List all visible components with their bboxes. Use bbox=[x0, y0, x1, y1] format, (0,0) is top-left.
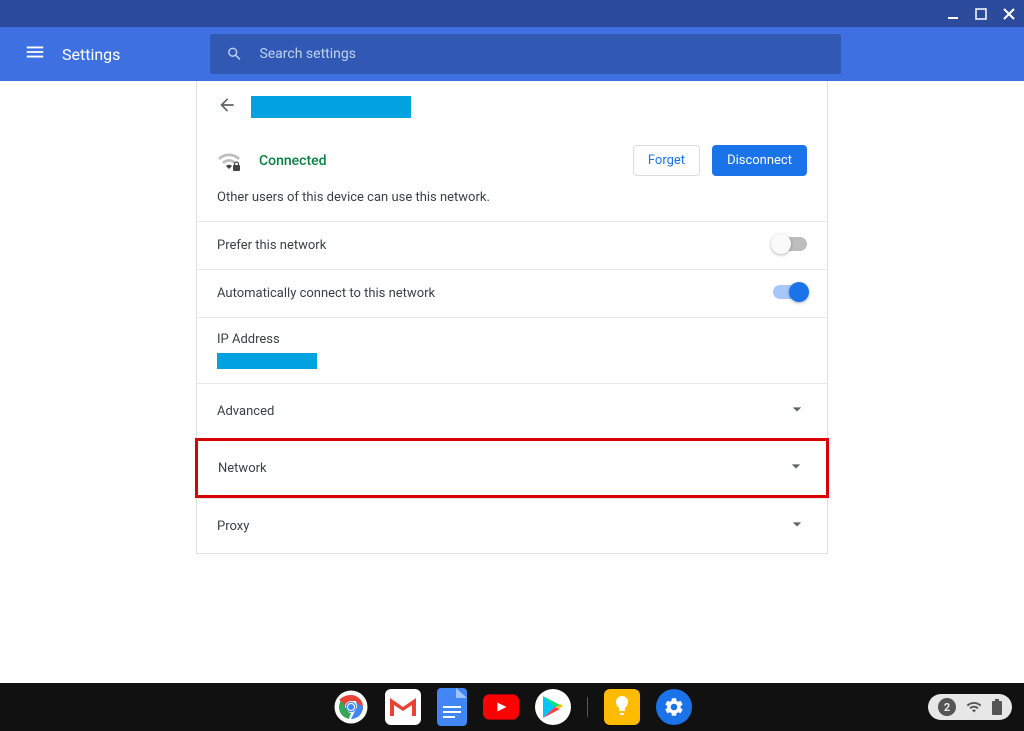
ip-address-row: IP Address bbox=[197, 317, 827, 383]
proxy-row[interactable]: Proxy bbox=[197, 498, 827, 553]
status-tray[interactable]: 2 bbox=[928, 694, 1012, 720]
youtube-icon[interactable] bbox=[483, 689, 519, 725]
back-row bbox=[197, 81, 827, 133]
connection-status: Connected bbox=[259, 153, 327, 169]
prefer-network-toggle[interactable] bbox=[773, 236, 807, 255]
settings-card: Connected Forget Disconnect Other users … bbox=[196, 81, 828, 554]
chevron-down-icon bbox=[787, 514, 807, 538]
advanced-row[interactable]: Advanced bbox=[197, 383, 827, 438]
connection-status-row: Connected Forget Disconnect bbox=[197, 133, 827, 184]
docs-icon[interactable] bbox=[437, 688, 467, 726]
wifi-status-icon bbox=[966, 699, 982, 715]
shared-network-text: Other users of this device can use this … bbox=[197, 184, 827, 221]
shelf: 2 bbox=[0, 683, 1024, 731]
chevron-down-icon bbox=[787, 399, 807, 423]
wifi-secure-icon bbox=[217, 149, 241, 173]
network-name bbox=[251, 96, 411, 118]
auto-connect-row: Automatically connect to this network bbox=[197, 269, 827, 317]
disconnect-button[interactable]: Disconnect bbox=[712, 145, 807, 176]
menu-button[interactable] bbox=[16, 33, 54, 75]
back-button[interactable] bbox=[217, 95, 237, 119]
ip-address-value bbox=[217, 353, 317, 369]
network-row[interactable]: Network bbox=[195, 438, 829, 498]
keep-icon[interactable] bbox=[604, 689, 640, 725]
advanced-label: Advanced bbox=[217, 404, 274, 419]
play-store-icon[interactable] bbox=[535, 689, 571, 725]
gmail-icon[interactable] bbox=[385, 689, 421, 725]
proxy-label: Proxy bbox=[217, 519, 249, 534]
app-title: Settings bbox=[62, 45, 120, 64]
forget-button[interactable]: Forget bbox=[633, 145, 700, 176]
close-button[interactable] bbox=[1000, 5, 1018, 23]
auto-connect-toggle[interactable] bbox=[773, 284, 807, 303]
search-box[interactable] bbox=[210, 34, 841, 74]
chrome-icon[interactable] bbox=[333, 689, 369, 725]
prefer-network-row: Prefer this network bbox=[197, 221, 827, 269]
network-expand-label: Network bbox=[218, 461, 267, 476]
shelf-divider bbox=[587, 697, 588, 717]
window-titlebar bbox=[0, 0, 1024, 27]
maximize-button[interactable] bbox=[972, 5, 990, 23]
chevron-down-icon bbox=[786, 456, 806, 480]
search-icon bbox=[226, 45, 243, 63]
minimize-button[interactable] bbox=[944, 5, 962, 23]
ip-address-label: IP Address bbox=[217, 332, 807, 347]
search-input[interactable] bbox=[259, 46, 825, 62]
settings-icon[interactable] bbox=[656, 689, 692, 725]
prefer-network-label: Prefer this network bbox=[217, 238, 326, 253]
app-header: Settings bbox=[0, 27, 1024, 81]
content-area: Connected Forget Disconnect Other users … bbox=[0, 81, 1024, 683]
auto-connect-label: Automatically connect to this network bbox=[217, 286, 435, 301]
battery-status-icon bbox=[992, 699, 1002, 715]
notification-count: 2 bbox=[938, 698, 956, 716]
